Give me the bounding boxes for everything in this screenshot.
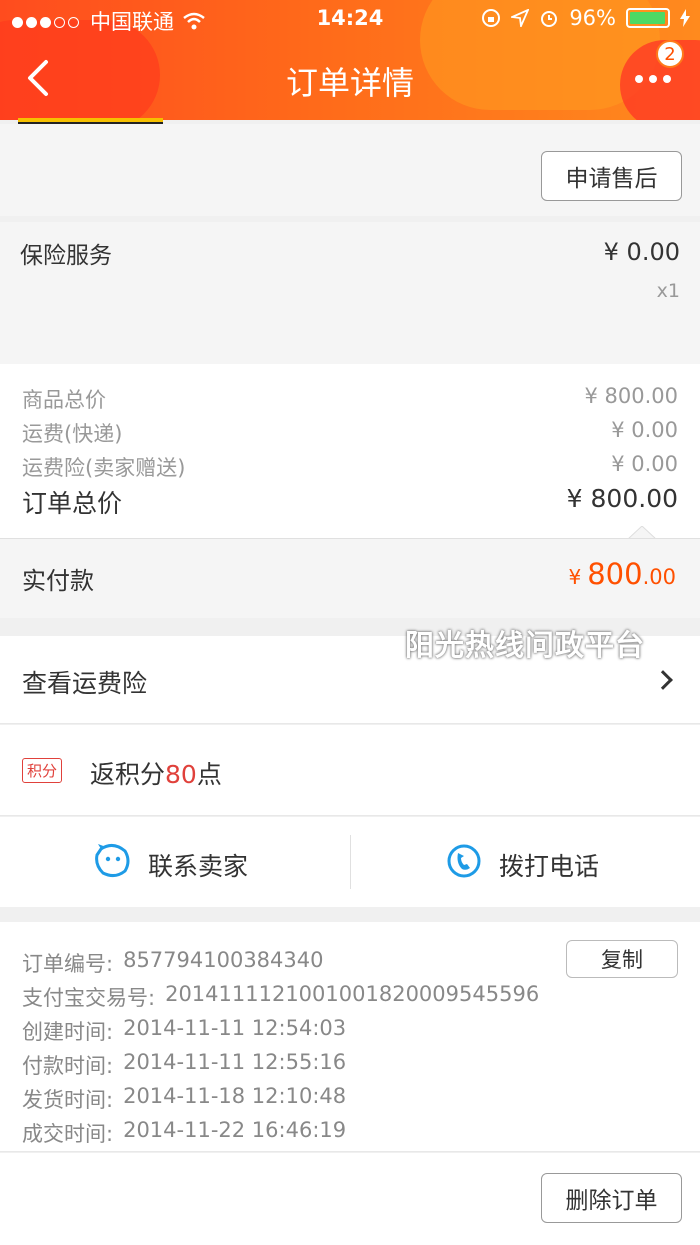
insurance-qty: x1 (656, 280, 680, 302)
phone-icon (447, 844, 481, 878)
order-total-value: ¥ 800.00 (566, 484, 678, 513)
info-key: 支付宝交易号: (22, 986, 156, 1010)
location-icon (511, 9, 530, 27)
shipping-insurance-label: 运费险(卖家赠送) (22, 456, 186, 480)
price-summary: 商品总价 ¥ 800.00 运费(快递) ¥ 0.00 运费险(卖家赠送) ¥ … (0, 364, 700, 540)
status-bar: 中国联通 14:24 96% (0, 6, 700, 36)
delete-order-button[interactable]: 删除订单 (541, 1173, 682, 1223)
charging-icon (680, 9, 690, 27)
info-value: 2014-11-22 16:46:19 (123, 1118, 347, 1142)
amount-decimal: .00 (642, 565, 676, 589)
subtotal-value: ¥ 800.00 (584, 384, 678, 408)
actual-payment-section: 实付款 ¥ 800 .00 (0, 538, 700, 618)
shipping-row: 运费(快递) ¥ 0.00 (22, 418, 678, 448)
shipping-label: 运费(快递) (22, 422, 123, 446)
points-suffix: 点 (196, 760, 222, 789)
shipping-insurance-value: ¥ 0.00 (611, 452, 678, 476)
insurance-section: 保险服务 ¥ 0.00 x1 (0, 222, 700, 364)
battery-percent: 96% (569, 6, 616, 30)
info-key: 创建时间: (22, 1020, 114, 1044)
subtotal-label: 商品总价 (22, 388, 106, 412)
info-key: 成交时间: (22, 1122, 114, 1146)
info-value: 2014111121001001820009545596 (165, 982, 540, 1006)
after-sale-button[interactable]: 申请售后 (541, 151, 682, 201)
completed-time-row: 成交时间: 2014-11-22 16:46:19 (22, 1118, 346, 1148)
header: 中国联通 14:24 96% 订单详情 2 (0, 0, 700, 120)
paid-time-row: 付款时间: 2014-11-11 12:55:16 (22, 1050, 346, 1080)
order-total-label: 订单总价 (22, 489, 123, 518)
points-section: 积分 返积分80点 (0, 725, 700, 816)
currency-symbol: ¥ (568, 565, 582, 589)
battery-icon (626, 8, 670, 28)
chat-face-icon (95, 844, 130, 878)
watermark: 阳光热线问政平台 (405, 628, 646, 662)
info-value: 2014-11-11 12:54:03 (123, 1016, 347, 1040)
order-info-section: 复制 订单编号: 857794100384340 支付宝交易号: 2014111… (0, 922, 700, 1152)
subtotal-row: 商品总价 ¥ 800.00 (22, 384, 678, 414)
call-phone-label: 拨打电话 (499, 852, 600, 881)
after-sale-section: 申请售后 (0, 124, 700, 216)
info-value: 2014-11-18 12:10:48 (123, 1084, 347, 1108)
shipping-value: ¥ 0.00 (611, 418, 678, 442)
actual-payment-label: 实付款 (22, 567, 94, 595)
alarm-icon (541, 11, 558, 27)
points-tag: 积分 (22, 758, 63, 783)
shipped-time-row: 发货时间: 2014-11-18 12:10:48 (22, 1084, 346, 1114)
notification-badge: 2 (656, 40, 684, 68)
copy-button[interactable]: 复制 (566, 940, 678, 978)
contact-section: 联系卖家 拨打电话 (0, 817, 700, 907)
insurance-price: ¥ 0.00 (603, 238, 680, 266)
info-key: 订单编号: (22, 952, 114, 976)
amount-integer: 800 (587, 557, 643, 591)
call-phone-button[interactable]: 拨打电话 (351, 817, 700, 907)
rotation-lock-icon (482, 9, 501, 27)
order-number-row: 订单编号: 857794100384340 (22, 948, 324, 978)
info-value: 857794100384340 (123, 948, 324, 972)
info-key: 付款时间: (22, 1054, 114, 1078)
info-key: 发货时间: (22, 1088, 114, 1112)
points-value: 80 (165, 760, 197, 789)
bottom-action-bar: 删除订单 (0, 1153, 700, 1245)
created-time-row: 创建时间: 2014-11-11 12:54:03 (22, 1016, 346, 1046)
info-value: 2014-11-11 12:55:16 (123, 1050, 347, 1074)
chevron-right-icon (653, 670, 673, 690)
alipay-trade-row: 支付宝交易号: 2014111121001001820009545596 (22, 982, 539, 1012)
shipping-insurance-link-label: 查看运费险 (22, 669, 148, 698)
page-title: 订单详情 (285, 64, 414, 102)
order-total-row: 订单总价 ¥ 800.00 (22, 484, 678, 520)
actual-payment-amount: ¥ 800 .00 (569, 557, 677, 591)
points-tag-label: 积分 (22, 758, 63, 783)
points-prefix: 返积分 (90, 760, 166, 789)
insurance-label: 保险服务 (20, 243, 112, 269)
contact-seller-button[interactable]: 联系卖家 (0, 817, 350, 907)
points-text: 返积分80点 (90, 755, 222, 791)
shipping-insurance-row: 运费险(卖家赠送) ¥ 0.00 (22, 452, 678, 482)
contact-seller-label: 联系卖家 (148, 852, 249, 881)
